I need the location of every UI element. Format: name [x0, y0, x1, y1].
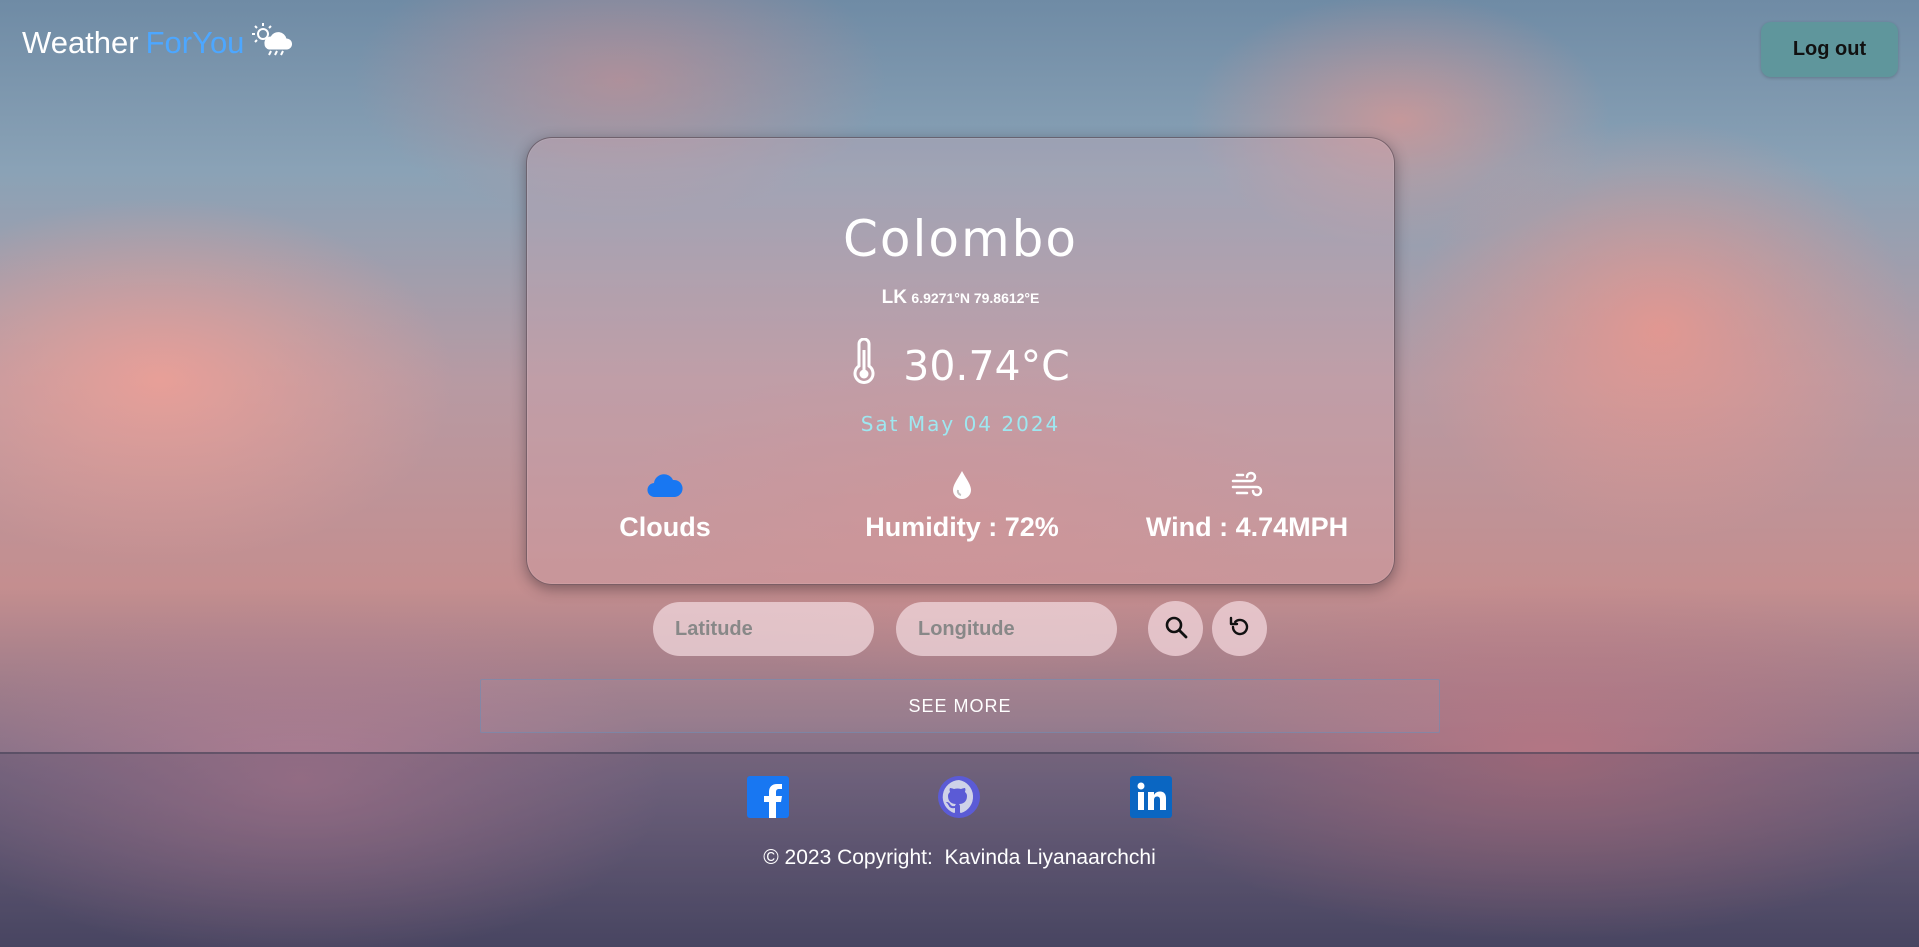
author-link[interactable]: Kavinda Liyanaarchchi — [944, 846, 1155, 869]
github-icon — [937, 775, 981, 823]
linkedin-icon — [1130, 776, 1172, 822]
lat-lon-text: 6.9271°N 79.8612°E — [911, 290, 1040, 306]
longitude-input[interactable]: Longitude — [896, 602, 1117, 656]
city-name: Colombo — [842, 210, 1079, 268]
copyright-prefix: © 2023 Copyright: — [763, 846, 933, 869]
copyright-text: © 2023 Copyright: Kavinda Liyanaarchchi — [0, 846, 1919, 870]
brand-weather-text: Weather — [22, 25, 139, 60]
temperature-value: 30.74°C — [903, 342, 1070, 390]
wind-icon — [1231, 471, 1263, 506]
temperature-row: 30.74°C — [527, 337, 1394, 394]
thermometer-icon — [851, 337, 877, 394]
weather-card: Colombo LK 6.9271°N 79.8612°E 30.74°C Sa… — [526, 137, 1395, 585]
linkedin-link[interactable] — [1129, 776, 1173, 822]
logout-button[interactable]: Log out — [1761, 22, 1898, 77]
wind-text: Wind : 4.74MPH — [1145, 512, 1349, 542]
sun-cloud-rain-icon — [251, 22, 293, 64]
cloud-icon — [647, 472, 683, 505]
brand-logo[interactable]: Weather ForYou — [22, 22, 293, 64]
reset-button[interactable] — [1212, 601, 1267, 656]
country-code: LK — [881, 287, 907, 308]
search-icon — [1164, 615, 1188, 643]
search-button[interactable] — [1148, 601, 1203, 656]
facebook-link[interactable] — [746, 776, 790, 822]
brand-foryou-text: ForYou — [145, 25, 245, 60]
facebook-icon — [747, 776, 789, 822]
condition-stat: Clouds — [575, 472, 755, 543]
location-coordinates: LK 6.9271°N 79.8612°E — [527, 287, 1394, 309]
latitude-input[interactable]: Latitude — [653, 602, 874, 656]
see-more-button[interactable]: SEE MORE — [480, 679, 1440, 733]
github-link[interactable] — [937, 775, 981, 823]
reset-icon — [1228, 615, 1252, 643]
humidity-stat: Humidity : 72% — [822, 470, 1102, 543]
condition-text: Clouds — [619, 512, 711, 542]
humidity-text: Humidity : 72% — [865, 512, 1059, 542]
weather-date: Sat May 04 2024 — [860, 412, 1061, 436]
wind-stat: Wind : 4.74MPH — [1107, 471, 1387, 543]
droplet-icon — [951, 470, 973, 507]
